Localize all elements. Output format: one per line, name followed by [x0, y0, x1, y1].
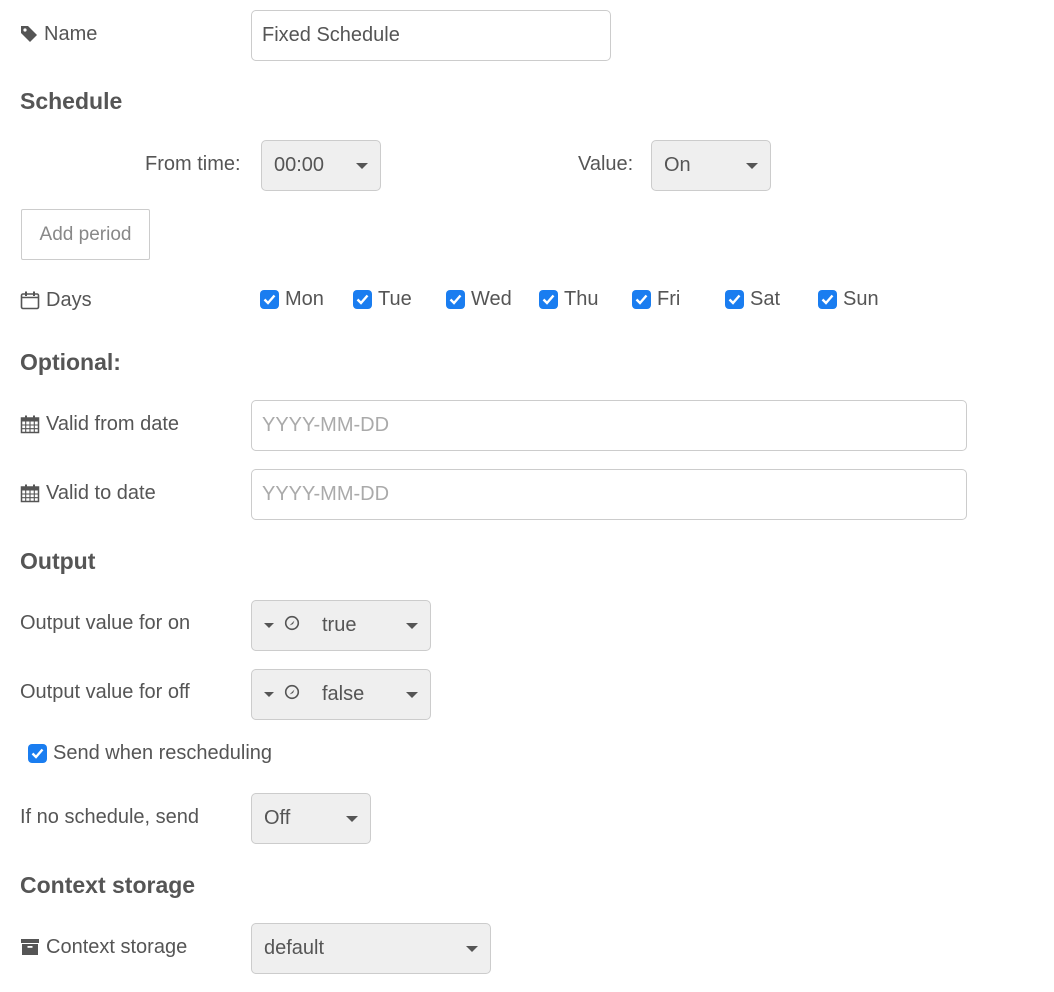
checkbox-checked-icon[interactable]: [446, 290, 465, 309]
checkbox-checked-icon[interactable]: [260, 290, 279, 309]
tag-icon: [20, 25, 38, 43]
boolean-type-icon: [284, 683, 300, 706]
boolean-type-icon: [284, 614, 300, 637]
day-checkbox-sun[interactable]: Sun: [818, 288, 879, 311]
day-checkbox-tue[interactable]: Tue: [353, 288, 412, 311]
calendar-outline-icon: [20, 290, 40, 310]
name-label: Name: [20, 22, 97, 46]
output-on-label: Output value for on: [20, 612, 191, 634]
from-time-label: From time:: [145, 153, 241, 175]
add-period-button[interactable]: Add period: [21, 209, 150, 260]
chevron-down-icon: [746, 162, 758, 169]
day-checkbox-wed[interactable]: Wed: [446, 288, 512, 311]
checkbox-checked-icon[interactable]: [818, 290, 837, 309]
chevron-down-icon: [356, 162, 368, 169]
day-checkbox-thu[interactable]: Thu: [539, 288, 598, 311]
type-dropdown-caret-icon[interactable]: [264, 623, 274, 628]
output-on-typed-input[interactable]: true: [251, 600, 431, 651]
no-schedule-select[interactable]: Off: [251, 793, 371, 844]
checkbox-checked-icon[interactable]: [28, 744, 47, 763]
valid-to-date-input[interactable]: YYYY-MM-DD: [251, 469, 967, 520]
value-label: Value:: [578, 153, 634, 175]
checkbox-checked-icon[interactable]: [632, 290, 651, 309]
chevron-down-icon: [406, 691, 418, 698]
from-time-select[interactable]: 00:00: [261, 140, 381, 191]
context-storage-heading: Context storage: [20, 872, 196, 898]
checkbox-checked-icon[interactable]: [725, 290, 744, 309]
context-storage-label: Context storage: [20, 935, 187, 959]
chevron-down-icon: [466, 945, 478, 952]
archive-icon: [20, 938, 40, 956]
checkbox-checked-icon[interactable]: [539, 290, 558, 309]
output-off-label: Output value for off: [20, 681, 190, 703]
send-when-rescheduling-checkbox[interactable]: Send when rescheduling: [28, 742, 272, 765]
days-label: Days: [20, 288, 92, 312]
calendar-icon: [20, 483, 40, 503]
name-input[interactable]: Fixed Schedule: [251, 10, 611, 61]
schedule-heading: Schedule: [20, 88, 123, 114]
optional-heading: Optional:: [20, 349, 121, 375]
chevron-down-icon: [406, 622, 418, 629]
day-checkbox-fri[interactable]: Fri: [632, 288, 680, 311]
valid-to-label: Valid to date: [20, 481, 156, 505]
no-schedule-label: If no schedule, send: [20, 806, 200, 828]
value-select[interactable]: On: [651, 140, 771, 191]
chevron-down-icon: [346, 815, 358, 822]
day-checkbox-sat[interactable]: Sat: [725, 288, 780, 311]
calendar-icon: [20, 414, 40, 434]
valid-from-date-input[interactable]: YYYY-MM-DD: [251, 400, 967, 451]
output-heading: Output: [20, 548, 96, 574]
context-storage-select[interactable]: default: [251, 923, 491, 974]
valid-from-label: Valid from date: [20, 412, 179, 436]
day-checkbox-mon[interactable]: Mon: [260, 288, 324, 311]
type-dropdown-caret-icon[interactable]: [264, 692, 274, 697]
checkbox-checked-icon[interactable]: [353, 290, 372, 309]
output-off-typed-input[interactable]: false: [251, 669, 431, 720]
